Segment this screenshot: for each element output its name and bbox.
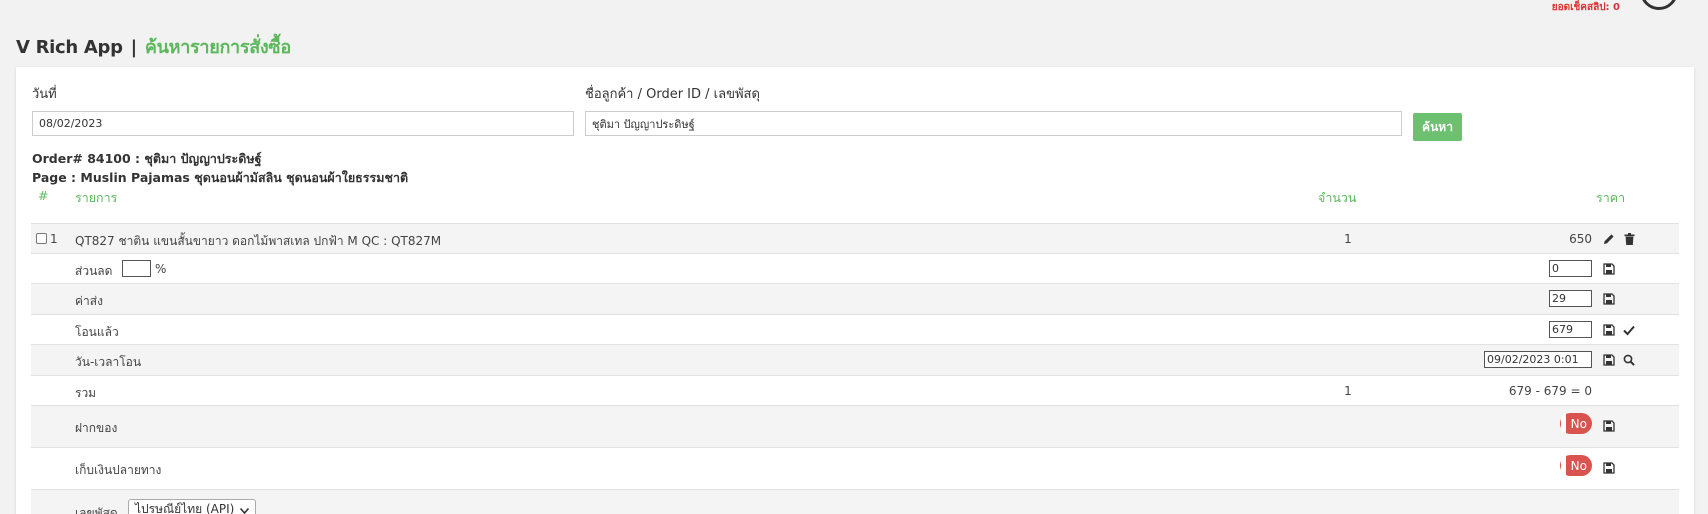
transferred-label: โอนแล้ว — [75, 325, 119, 339]
title-separator: | — [130, 37, 138, 58]
order-number: Order# 84100 : ชุติมา ปัญญาประดิษฐ์ — [32, 151, 262, 166]
search-button[interactable]: ค้นหา — [1413, 113, 1462, 141]
query-input[interactable] — [585, 111, 1402, 136]
save-icon[interactable] — [1602, 292, 1616, 306]
edit-icon[interactable] — [1602, 232, 1616, 246]
item-name: QT827 ชาติน แขนสั้นขายาว ดอกไม้พาสเทล ปก… — [75, 234, 442, 248]
slip-check-status: ยอดเช็คสลิป: 0 — [1551, 2, 1620, 13]
search-icon[interactable] — [1622, 353, 1636, 367]
carrier-select[interactable]: ไปรษณีย์ไทย (API) — [128, 499, 257, 514]
total-summary: 679 - 679 = 0 — [1508, 384, 1592, 398]
carrier-selected: ไปรษณีย์ไทย (API) — [135, 502, 235, 514]
discount-label: ส่วนลด — [75, 264, 113, 278]
cod-toggle[interactable]: No — [1560, 455, 1592, 476]
transfer-time-label: วัน-เวลาโอน — [75, 355, 142, 369]
percent-sign: % — [155, 262, 167, 276]
trash-icon[interactable] — [1622, 232, 1636, 246]
item-checkbox[interactable] — [36, 233, 47, 244]
total-label: รวม — [75, 386, 97, 400]
col-header-item: รายการ — [75, 190, 118, 205]
table-row-tracking: เลขพัสดุ ไปรษณีย์ไทย (API) — [31, 489, 1679, 514]
chevron-down-icon — [240, 503, 250, 514]
deposit-label: ฝากของ — [75, 421, 118, 435]
checkmark-icon[interactable] — [1622, 323, 1636, 337]
table-row-total: รวม 1 679 - 679 = 0 — [31, 375, 1679, 405]
table-row-discount: ส่วนลด % — [31, 253, 1679, 283]
discount-value-input[interactable] — [1549, 260, 1592, 277]
save-icon[interactable] — [1602, 353, 1616, 367]
item-price: 650 — [1569, 232, 1592, 246]
save-icon[interactable] — [1602, 461, 1616, 475]
save-icon[interactable] — [1602, 323, 1616, 337]
transfer-time-input[interactable] — [1484, 351, 1592, 368]
query-label: ชื่อลูกค้า / Order ID / เลขพัสดุ — [585, 87, 760, 102]
table-row-deposit: ฝากของ No — [31, 405, 1679, 447]
transferred-value-input[interactable] — [1549, 321, 1592, 338]
page-title: V Rich App | ค้นหารายการสั่งซื้อ — [16, 32, 291, 61]
shipping-value-input[interactable] — [1549, 290, 1592, 307]
app-name: V Rich App — [16, 37, 123, 58]
tracking-label: เลขพัสดุ — [75, 506, 118, 514]
date-input[interactable] — [32, 111, 574, 136]
shipping-label: ค่าส่ง — [75, 294, 103, 308]
table-row-cod: เก็บเงินปลายทาง No — [31, 447, 1679, 489]
item-index: 1 — [50, 232, 58, 246]
col-header-qty: จำนวน — [1318, 190, 1357, 205]
profile-avatar[interactable] — [1640, 0, 1678, 10]
save-icon[interactable] — [1602, 419, 1616, 433]
order-page: Page : Muslin Pajamas ชุดนอนผ้ามัสลิน ชุ… — [32, 170, 409, 185]
col-header-price: ราคา — [1596, 190, 1626, 205]
table-row-item: 1 QT827 ชาติน แขนสั้นขายาว ดอกไม้พาสเทล … — [31, 223, 1679, 253]
col-header-num: # — [38, 188, 49, 203]
total-qty: 1 — [1344, 384, 1352, 398]
cod-label: เก็บเงินปลายทาง — [75, 463, 162, 477]
table-row-transferred: โอนแล้ว — [31, 314, 1679, 344]
table-row-transfer-time: วัน-เวลาโอน — [31, 344, 1679, 375]
discount-percent-input[interactable] — [122, 260, 151, 277]
deposit-toggle[interactable]: No — [1560, 413, 1592, 434]
save-icon[interactable] — [1602, 262, 1616, 276]
table-row-shipping: ค่าส่ง — [31, 283, 1679, 314]
item-qty: 1 — [1344, 232, 1352, 246]
page-name: ค้นหารายการสั่งซื้อ — [144, 37, 291, 58]
date-label: วันที่ — [32, 87, 57, 102]
order-search-card: วันที่ ชื่อลูกค้า / Order ID / เลขพัสดุ … — [16, 67, 1694, 514]
